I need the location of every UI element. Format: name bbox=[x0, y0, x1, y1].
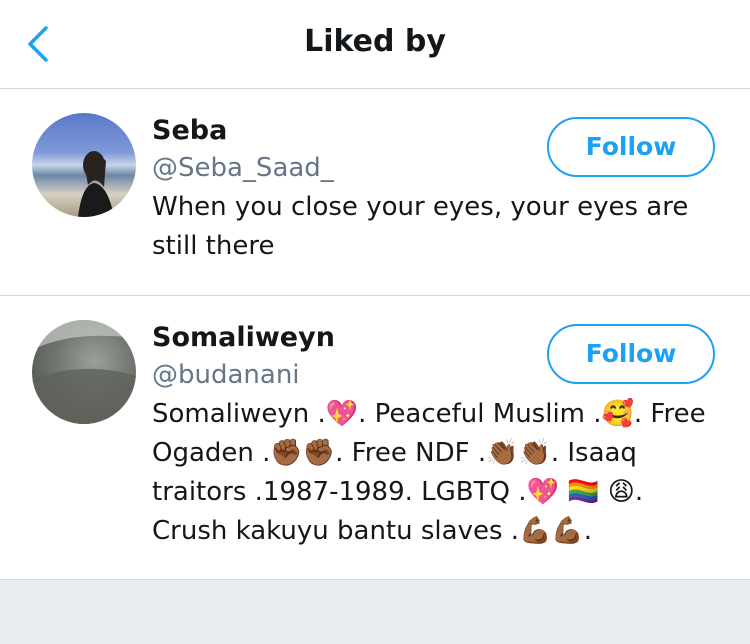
follow-button[interactable]: Follow bbox=[547, 117, 715, 177]
list-item[interactable]: Seba @Seba_Saad_ When you close your eye… bbox=[0, 89, 750, 296]
follow-button[interactable]: Follow bbox=[547, 324, 715, 384]
user-bio: When you close your eyes, your eyes are … bbox=[152, 192, 689, 261]
list-item[interactable]: Somaliweyn @budanani Somaliweyn .💖. Peac… bbox=[0, 296, 750, 580]
avatar[interactable] bbox=[32, 113, 136, 217]
user-handle: @budanani bbox=[152, 360, 300, 390]
user-name[interactable]: Seba bbox=[152, 115, 227, 146]
avatar-photo bbox=[78, 151, 114, 217]
page-title: Liked by bbox=[304, 24, 446, 59]
user-bio: Somaliweyn .💖. Peaceful Muslim .🥰. Free … bbox=[152, 399, 706, 546]
avatar[interactable] bbox=[32, 320, 136, 424]
user-handle: @Seba_Saad_ bbox=[152, 153, 334, 183]
user-name[interactable]: Somaliweyn bbox=[152, 322, 335, 353]
liked-by-list: Seba @Seba_Saad_ When you close your eye… bbox=[0, 89, 750, 580]
nav-header: Liked by bbox=[0, 0, 750, 89]
avatar-photo bbox=[32, 320, 136, 424]
